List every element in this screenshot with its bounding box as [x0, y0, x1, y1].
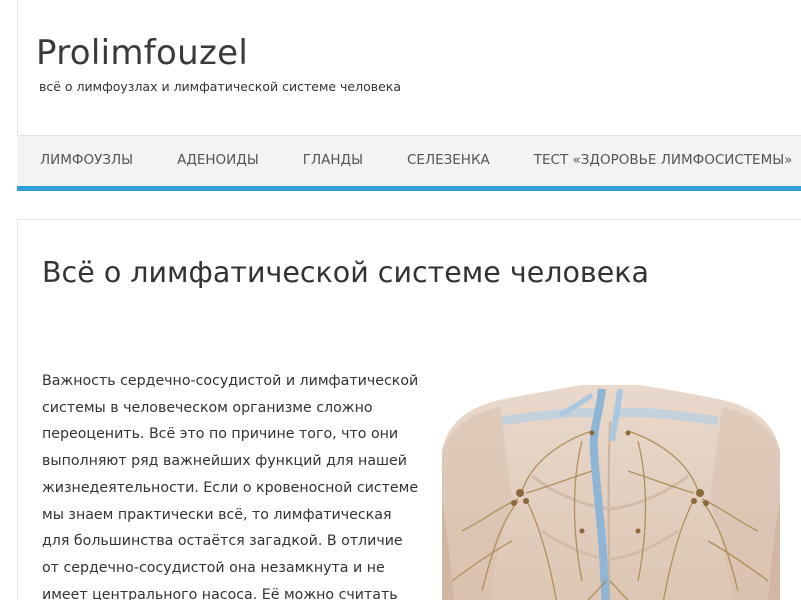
article-line: имеет центрального насоса. Её можно счит… [42, 586, 398, 600]
site-header: Prolimfouzel всё о лимфоузлах и лимфатич… [17, 0, 801, 135]
site-description: всё о лимфоузлах и лимфатической системе… [39, 79, 402, 94]
nav-item-tonsils[interactable]: ГЛАНДЫ [281, 136, 385, 186]
page: Prolimfouzel всё о лимфоузлах и лимфатич… [0, 0, 801, 600]
article-line: переоценить. Всё это по причине того, чт… [42, 426, 399, 443]
article-line: выполняют ряд важнейших функций для наше… [42, 453, 407, 470]
article-line: для большинства остаётся загадкой. В отл… [42, 533, 403, 550]
article-line: мы знаем практически всё, то лимфатическ… [42, 506, 392, 523]
nav-menu: ЛИМФОУЗЛЫ АДЕНОИДЫ ГЛАНДЫ СЕЛЕЗЕНКА ТЕСТ… [17, 136, 801, 186]
article-line: от сердечно-сосудистой она незамкнута и … [42, 559, 385, 576]
main-navigation: ЛИМФОУЗЛЫ АДЕНОИДЫ ГЛАНДЫ СЕЛЕЗЕНКА ТЕСТ… [17, 135, 801, 186]
lymphatic-system-anatomy-image [442, 381, 780, 600]
article-line: жизнедеятельности. Если о кровеносной си… [42, 479, 419, 496]
torso-illustration [442, 385, 780, 600]
site-title[interactable]: Prolimfouzel [36, 30, 248, 76]
article-line: системы в человеческом организме сложно [42, 399, 373, 416]
nav-item-spleen[interactable]: СЕЛЕЗЕНКА [385, 136, 512, 186]
nav-item-test[interactable]: ТЕСТ «ЗДОРОВЬЕ ЛИМФОСИСТЕМЫ» [512, 136, 801, 186]
article-body: Важность сердечно-сосудистой и лимфатиче… [42, 368, 422, 600]
nav-accent-bar [17, 186, 801, 191]
article-line: Важность сердечно-сосудистой и лимфатиче… [42, 373, 419, 389]
nav-item-lymph-nodes[interactable]: ЛИМФОУЗЛЫ [17, 136, 155, 186]
article-title: Всё о лимфатической системе человека [42, 256, 649, 289]
article-card: Всё о лимфатической системе человека Важ… [17, 219, 801, 600]
nav-item-adenoids[interactable]: АДЕНОИДЫ [155, 136, 281, 186]
